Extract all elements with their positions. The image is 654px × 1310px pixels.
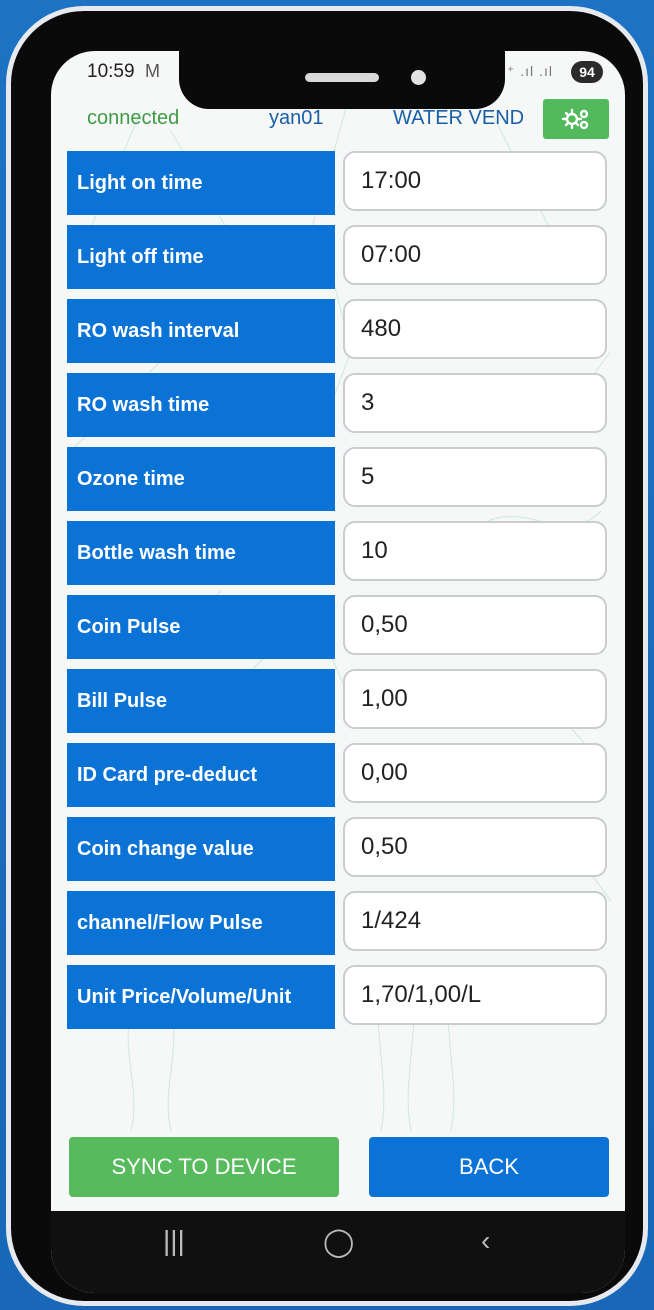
nav-back-icon[interactable]: ‹	[481, 1225, 490, 1257]
setting-row-light-off-time: Light off time	[67, 225, 607, 289]
coin-pulse-input[interactable]	[343, 595, 607, 655]
setting-row-ro-wash-interval: RO wash interval	[67, 299, 607, 363]
setting-row-ozone-time: Ozone time	[67, 447, 607, 511]
setting-label: Light on time	[67, 151, 335, 215]
setting-label: Bottle wash time	[67, 521, 335, 585]
ro-wash-time-input[interactable]	[343, 373, 607, 433]
setting-row-coin-change-value: Coin change value	[67, 817, 607, 881]
coin-change-value-input[interactable]	[343, 817, 607, 877]
setting-label: Ozone time	[67, 447, 335, 511]
signal-icon: ⁺ .ıl .ıl	[507, 63, 553, 79]
front-camera	[411, 70, 426, 85]
setting-row-coin-pulse: Coin Pulse	[67, 595, 607, 659]
setting-row-light-on-time: Light on time	[67, 151, 607, 215]
back-button[interactable]: BACK	[369, 1137, 609, 1197]
camera-notch	[179, 51, 505, 109]
settings-button[interactable]	[543, 99, 609, 139]
setting-label: ID Card pre-deduct	[67, 743, 335, 807]
setting-row-unit-price-volume-unit: Unit Price/Volume/Unit	[67, 965, 607, 1029]
status-time: 10:59	[87, 61, 135, 82]
setting-label: channel/Flow Pulse	[67, 891, 335, 955]
channel-flow-pulse-input[interactable]	[343, 891, 607, 951]
setting-row-ro-wash-time: RO wash time	[67, 373, 607, 437]
earpiece-speaker	[305, 73, 379, 82]
light-on-time-input[interactable]	[343, 151, 607, 211]
connection-status: connected	[87, 107, 180, 129]
sync-to-device-button[interactable]: SYNC TO DEVICE	[69, 1137, 339, 1197]
setting-label: Coin Pulse	[67, 595, 335, 659]
setting-label: Light off time	[67, 225, 335, 289]
background: 10:59 M ⁺ .ıl .ıl 94 connected yan01 WAT…	[0, 0, 654, 1310]
bottle-wash-time-input[interactable]	[343, 521, 607, 581]
ro-wash-interval-input[interactable]	[343, 299, 607, 359]
setting-row-channel-flow-pulse: channel/Flow Pulse	[67, 891, 607, 955]
home-icon[interactable]: ◯	[323, 1225, 354, 1258]
battery-level: 94	[571, 61, 603, 83]
setting-row-id-card-pre-deduct: ID Card pre-deduct	[67, 743, 607, 807]
recents-icon[interactable]: |||	[163, 1225, 185, 1257]
username: yan01	[269, 107, 324, 129]
ozone-time-input[interactable]	[343, 447, 607, 507]
phone-frame: 10:59 M ⁺ .ıl .ıl 94 connected yan01 WAT…	[6, 6, 648, 1306]
unit-price-volume-unit-input[interactable]	[343, 965, 607, 1025]
phone-screen: 10:59 M ⁺ .ıl .ıl 94 connected yan01 WAT…	[51, 51, 625, 1293]
light-off-time-input[interactable]	[343, 225, 607, 285]
mail-icon: M	[145, 61, 160, 81]
bill-pulse-input[interactable]	[343, 669, 607, 729]
id-card-pre-deduct-input[interactable]	[343, 743, 607, 803]
setting-label: Unit Price/Volume/Unit	[67, 965, 335, 1029]
setting-row-bill-pulse: Bill Pulse	[67, 669, 607, 733]
setting-label: Bill Pulse	[67, 669, 335, 733]
setting-label: RO wash interval	[67, 299, 335, 363]
app-name: WATER VEND	[393, 107, 525, 129]
setting-label: RO wash time	[67, 373, 335, 437]
gears-icon	[561, 108, 589, 130]
setting-row-bottle-wash-time: Bottle wash time	[67, 521, 607, 585]
system-nav-bar: ||| ◯ ‹	[51, 1211, 625, 1293]
setting-label: Coin change value	[67, 817, 335, 881]
